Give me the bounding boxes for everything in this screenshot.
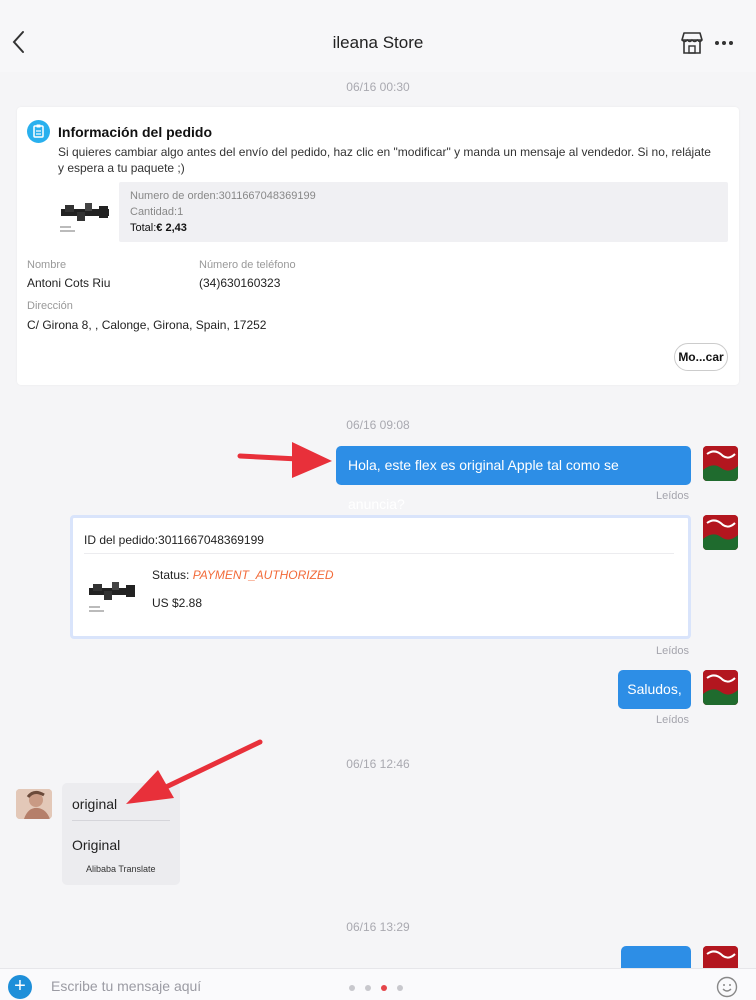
name-label: Nombre: [27, 259, 67, 271]
message-input[interactable]: [39, 973, 704, 999]
page-dot-active: [381, 985, 387, 991]
more-horizontal-icon[interactable]: [712, 31, 736, 55]
timestamp: 06/16 00:30: [346, 80, 410, 94]
translated-text: Original: [72, 837, 121, 853]
chat-header: ileana Store: [0, 0, 756, 72]
order-quantity: Cantidad:1: [130, 206, 184, 218]
page-dot: [349, 985, 355, 991]
seller-avatar[interactable]: [16, 789, 52, 819]
store-icon[interactable]: [679, 31, 705, 55]
plus-icon[interactable]: +: [8, 975, 32, 999]
order-notice-text: Si quieres cambiar algo antes del envío …: [58, 145, 711, 175]
product-thumbnail[interactable]: [57, 197, 117, 243]
modify-button[interactable]: Mo...car: [674, 343, 728, 371]
emoji-icon[interactable]: [716, 976, 738, 998]
read-receipt: Leídos: [656, 645, 690, 657]
product-thumbnail: [89, 582, 135, 612]
order-info-title: Información del pedido: [58, 124, 213, 140]
phone-value: (34)630160323: [199, 276, 281, 290]
phone-label: Número de teléfono: [199, 259, 296, 271]
timestamp: 06/16 13:29: [346, 920, 410, 934]
sent-message-bubble[interactable]: Saludos,: [618, 670, 691, 709]
timestamp: 06/16 12:46: [346, 757, 410, 771]
annotation-arrow-icon: [237, 442, 332, 478]
clipboard-icon: [27, 120, 50, 143]
product-order-card[interactable]: ID del pedido:3011667048369199 Status: P…: [70, 515, 691, 639]
name-value: Antoni Cots Riu: [27, 276, 111, 290]
order-status: Status: PAYMENT_AUTHORIZED: [152, 568, 334, 582]
status-value: PAYMENT_AUTHORIZED: [192, 568, 334, 582]
page-dot: [365, 985, 371, 991]
read-receipt: Leídos: [656, 490, 690, 502]
page-dot: [397, 985, 403, 991]
status-label: Status:: [152, 568, 193, 582]
address-value: C/ Girona 8, , Calonge, Girona, Spain, 1…: [27, 318, 267, 332]
message-composer: +: [0, 968, 756, 1000]
divider: [72, 820, 170, 821]
chat-title: ileana Store: [332, 33, 424, 52]
order-total: Total:€ 2,43: [130, 220, 717, 236]
received-message-bubble[interactable]: original Original Alibaba Translate: [62, 783, 180, 885]
avatar[interactable]: [703, 515, 738, 550]
avatar[interactable]: [703, 446, 738, 481]
order-number: Numero de orden:3011667048369199: [130, 190, 316, 202]
order-total-value: € 2,43: [156, 222, 187, 234]
read-receipt: Leídos: [656, 714, 690, 726]
order-price: US $2.88: [152, 596, 203, 610]
order-summary[interactable]: Numero de orden:3011667048369199 Cantida…: [119, 182, 728, 242]
order-info-card: Información del pedido Si quieres cambia…: [17, 107, 739, 385]
divider: [84, 553, 674, 554]
original-text: original: [72, 796, 118, 812]
sent-message-bubble[interactable]: [621, 946, 691, 968]
order-id: ID del pedido:3011667048369199: [84, 533, 264, 547]
sent-message-bubble[interactable]: Hola, este flex es original Apple tal co…: [336, 446, 691, 512]
order-total-label: Total:: [130, 222, 157, 234]
translation-source: Alibaba Translate: [86, 864, 156, 874]
address-label: Dirección: [27, 300, 73, 312]
avatar[interactable]: [703, 946, 738, 968]
avatar[interactable]: [703, 670, 738, 705]
timestamp: 06/16 09:08: [346, 418, 410, 432]
